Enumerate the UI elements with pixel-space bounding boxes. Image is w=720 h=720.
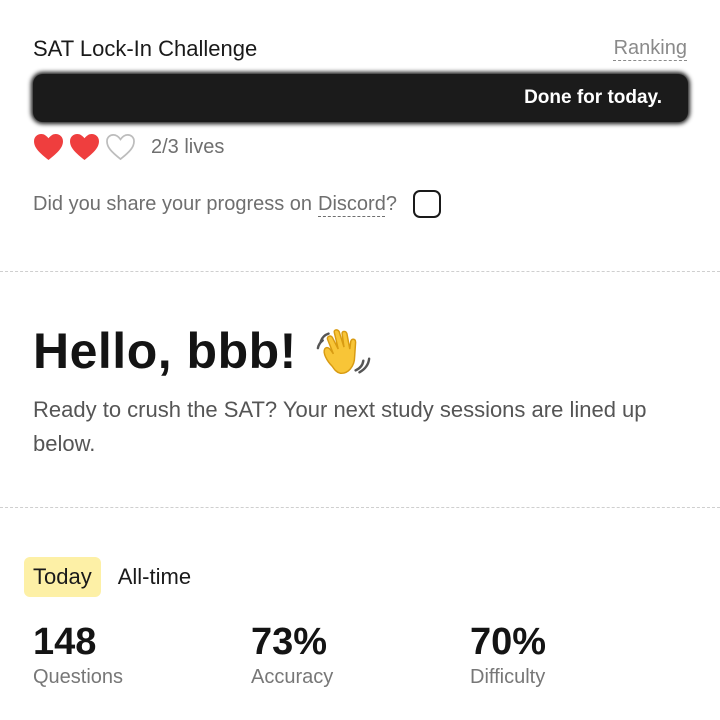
discord-share-row: Did you share your progress on Discord? bbox=[33, 190, 441, 218]
stat-difficulty: 70% Difficulty bbox=[470, 620, 546, 689]
stat-accuracy: 73% Accuracy bbox=[251, 620, 333, 689]
stats-tabs: Today All-time bbox=[24, 557, 200, 597]
lives-count: 2/3 lives bbox=[151, 135, 225, 158]
tab-today[interactable]: Today bbox=[24, 557, 101, 597]
heart-filled-icon bbox=[69, 133, 100, 161]
greeting: Hello, bbb! bbox=[33, 322, 373, 380]
greeting-title: Hello, bbb! bbox=[33, 323, 297, 379]
heart-filled-icon bbox=[33, 133, 64, 161]
section-divider bbox=[0, 507, 720, 508]
stat-value: 148 bbox=[33, 621, 97, 663]
stat-value: 70% bbox=[470, 621, 547, 663]
stat-label: Accuracy bbox=[251, 666, 334, 688]
stat-questions: 148 Questions bbox=[33, 620, 123, 689]
discord-link[interactable]: Discord bbox=[318, 193, 386, 216]
ranking-link[interactable]: Ranking bbox=[614, 37, 687, 60]
progress-label: Done for today. bbox=[524, 87, 662, 108]
section-divider bbox=[0, 271, 720, 272]
heart-outline-icon bbox=[105, 133, 136, 161]
app-title: SAT Lock-In Challenge bbox=[33, 36, 258, 61]
greeting-subtitle: Ready to crush the SAT? Your next study … bbox=[33, 397, 647, 456]
stat-label: Questions bbox=[33, 666, 124, 688]
daily-progress-bar: Done for today. bbox=[33, 74, 688, 122]
stat-label: Difficulty bbox=[470, 666, 546, 688]
share-prompt: Did you share your progress on bbox=[33, 192, 313, 215]
stat-value: 73% bbox=[251, 621, 328, 663]
shared-checkbox[interactable] bbox=[412, 190, 441, 218]
tab-all-time[interactable]: All-time bbox=[109, 557, 200, 597]
waving-hand-icon bbox=[315, 322, 373, 380]
share-suffix: ? bbox=[385, 192, 397, 215]
lives-indicator: 2/3 lives bbox=[33, 132, 224, 162]
